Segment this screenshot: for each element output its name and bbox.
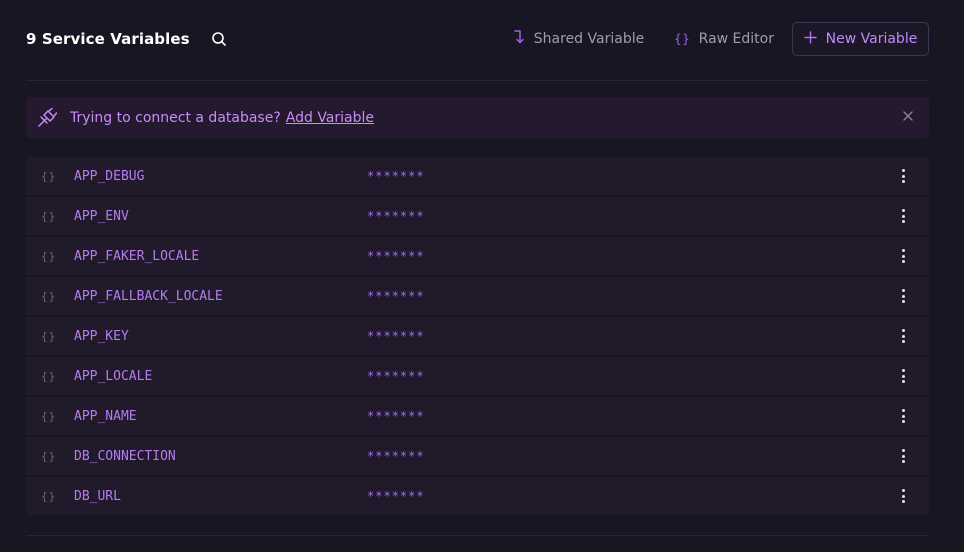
variables-header: 9 Service Variables Shared Variable {} R…	[26, 22, 929, 56]
braces-icon: {}	[41, 169, 57, 183]
new-variable-label: New Variable	[825, 31, 918, 47]
variable-row[interactable]: {} APP_KEY *******	[26, 317, 929, 355]
variable-value[interactable]: *******	[367, 489, 425, 503]
page-title: 9 Service Variables	[26, 30, 190, 48]
raw-editor-label: Raw Editor	[698, 31, 774, 47]
braces-icon: {}	[41, 369, 57, 383]
variable-name: APP_ENV	[74, 208, 129, 224]
variable-name: APP_KEY	[74, 328, 129, 344]
variable-row[interactable]: {} APP_FAKER_LOCALE *******	[26, 237, 929, 275]
banner-text: Trying to connect a database?	[70, 109, 281, 126]
braces-icon: {}	[41, 249, 57, 263]
more-options-icon[interactable]	[895, 408, 911, 424]
variable-name: APP_FALLBACK_LOCALE	[74, 288, 223, 304]
plug-icon	[37, 107, 57, 128]
more-options-icon[interactable]	[895, 208, 911, 224]
braces-icon: {}	[41, 409, 57, 423]
more-options-icon[interactable]	[895, 168, 911, 184]
variable-value[interactable]: *******	[367, 249, 425, 263]
more-options-icon[interactable]	[895, 448, 911, 464]
variable-value[interactable]: *******	[367, 169, 425, 183]
braces-icon: {}	[41, 289, 57, 303]
variable-row[interactable]: {} APP_ENV *******	[26, 197, 929, 235]
more-options-icon[interactable]	[895, 488, 911, 504]
add-variable-link[interactable]: Add Variable	[286, 110, 374, 126]
more-options-icon[interactable]	[895, 248, 911, 264]
variables-list: {} APP_DEBUG ******* {} APP_ENV ******* …	[26, 157, 929, 517]
variable-value[interactable]: *******	[367, 449, 425, 463]
variable-value[interactable]: *******	[367, 289, 425, 303]
shared-variable-button[interactable]: Shared Variable	[512, 22, 644, 56]
raw-editor-button[interactable]: {} Raw Editor	[674, 22, 774, 56]
variable-value[interactable]: *******	[367, 209, 425, 223]
variable-row[interactable]: {} APP_FALLBACK_LOCALE *******	[26, 277, 929, 315]
variable-name: APP_FAKER_LOCALE	[74, 248, 200, 264]
braces-icon: {}	[674, 32, 691, 46]
variable-name: DB_CONNECTION	[74, 448, 176, 464]
braces-icon: {}	[41, 209, 57, 223]
list-divider	[26, 535, 929, 536]
variable-value[interactable]: *******	[367, 409, 425, 423]
more-options-icon[interactable]	[895, 328, 911, 344]
search-icon[interactable]	[210, 30, 228, 48]
variable-name: DB_URL	[74, 488, 121, 504]
plus-icon	[803, 30, 817, 48]
variable-row[interactable]: {} DB_CONNECTION *******	[26, 437, 929, 475]
close-icon[interactable]	[901, 110, 915, 124]
variable-name: APP_LOCALE	[74, 368, 153, 384]
braces-icon: {}	[41, 449, 57, 463]
variable-row[interactable]: {} APP_DEBUG *******	[26, 157, 929, 195]
variable-row[interactable]: {} APP_LOCALE *******	[26, 357, 929, 395]
variable-value[interactable]: *******	[367, 329, 425, 343]
shared-variable-label: Shared Variable	[533, 31, 645, 47]
arrow-down-right-icon	[512, 29, 526, 49]
new-variable-button[interactable]: New Variable	[792, 22, 929, 56]
header-divider	[26, 80, 929, 81]
braces-icon: {}	[41, 489, 57, 503]
service-variables-panel: 9 Service Variables Shared Variable {} R…	[0, 0, 964, 552]
variable-name: APP_DEBUG	[74, 168, 145, 184]
braces-icon: {}	[41, 329, 57, 343]
variable-row[interactable]: {} DB_URL *******	[26, 477, 929, 515]
variable-row[interactable]: {} APP_NAME *******	[26, 397, 929, 435]
variable-value[interactable]: *******	[367, 369, 425, 383]
more-options-icon[interactable]	[895, 288, 911, 304]
variable-name: APP_NAME	[74, 408, 137, 424]
database-hint-banner: Trying to connect a database? Add Variab…	[26, 97, 929, 138]
more-options-icon[interactable]	[895, 368, 911, 384]
